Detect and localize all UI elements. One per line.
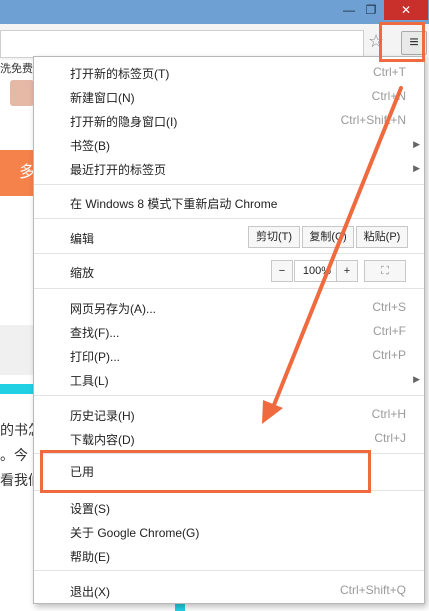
- page-cyan-bar: [0, 384, 35, 394]
- menu-item-settings[interactable]: 设置(S): [70, 500, 110, 517]
- menu-separator: [34, 288, 424, 289]
- page-text-line: 的书怎: [0, 422, 35, 438]
- shortcut-find: Ctrl+F: [373, 324, 406, 338]
- chrome-menu: 打开新的标签页(T) Ctrl+T 新建窗口(N) Ctrl+N 打开新的隐身窗…: [33, 56, 425, 604]
- shortcut-save-page: Ctrl+S: [372, 300, 406, 314]
- menu-item-about[interactable]: 关于 Google Chrome(G): [70, 524, 199, 541]
- menu-item-exit[interactable]: 退出(X): [70, 583, 110, 600]
- restore-button[interactable]: ❐: [360, 0, 382, 20]
- menu-item-bookmarks[interactable]: 书签(B): [70, 137, 110, 154]
- avatar: [10, 80, 34, 106]
- zoom-in-button[interactable]: +: [336, 260, 358, 282]
- menu-item-history[interactable]: 历史记录(H): [70, 407, 135, 424]
- page-cyan-mark: [175, 603, 185, 611]
- paste-button[interactable]: 粘贴(P): [356, 226, 408, 248]
- page-grey-block: [0, 325, 35, 375]
- page-text-line: 。今: [0, 447, 28, 463]
- copy-button[interactable]: 复制(C): [302, 226, 354, 248]
- menu-item-new-tab[interactable]: 打开新的标签页(T): [70, 65, 169, 82]
- shortcut-new-window: Ctrl+N: [371, 89, 406, 103]
- submenu-arrow-icon: ▶: [413, 163, 420, 173]
- shortcut-downloads: Ctrl+J: [374, 431, 406, 445]
- submenu-arrow-icon: ▶: [413, 139, 420, 149]
- menu-item-incognito[interactable]: 打开新的隐身窗口(I): [70, 113, 177, 130]
- page-orange-banner: 多: [0, 150, 35, 196]
- menu-item-print[interactable]: 打印(P)...: [70, 348, 120, 365]
- shortcut-print: Ctrl+P: [372, 348, 406, 362]
- menu-item-help[interactable]: 帮助(E): [70, 548, 110, 565]
- menu-item-relaunch-win8[interactable]: 在 Windows 8 模式下重新启动 Chrome: [70, 195, 277, 212]
- cut-button[interactable]: 剪切(T): [248, 226, 300, 248]
- menu-item-downloads[interactable]: 下载内容(D): [70, 431, 135, 448]
- shortcut-history: Ctrl+H: [371, 407, 406, 421]
- address-bar[interactable]: [0, 30, 364, 58]
- annotation-box-menu-button: [379, 22, 425, 62]
- menu-separator: [34, 395, 424, 396]
- minimize-button[interactable]: —: [338, 0, 360, 20]
- page-text-line: 看我们: [0, 472, 35, 488]
- close-button[interactable]: ✕: [384, 0, 428, 20]
- shortcut-exit: Ctrl+Shift+Q: [339, 583, 406, 597]
- annotation-box-used: [40, 450, 371, 493]
- menu-item-save-page[interactable]: 网页另存为(A)...: [70, 300, 156, 317]
- menu-separator: [34, 184, 424, 185]
- menu-separator: [34, 218, 424, 219]
- menu-item-zoom-label: 缩放: [70, 266, 95, 280]
- fullscreen-button[interactable]: ⛶: [364, 260, 406, 282]
- menu-item-edit-label: 编辑: [70, 232, 95, 246]
- zoom-level: 100%: [294, 260, 340, 282]
- menu-item-new-window[interactable]: 新建窗口(N): [70, 89, 135, 106]
- menu-item-tools[interactable]: 工具(L): [70, 372, 109, 389]
- fullscreen-icon: ⛶: [381, 265, 389, 277]
- submenu-arrow-icon: ▶: [413, 374, 420, 384]
- shortcut-new-tab: Ctrl+T: [373, 65, 406, 79]
- menu-separator: [34, 253, 424, 254]
- shortcut-incognito: Ctrl+Shift+N: [340, 113, 406, 127]
- menu-item-recent-tabs[interactable]: 最近打开的标签页: [70, 161, 166, 178]
- menu-separator: [34, 570, 424, 571]
- zoom-out-button[interactable]: −: [271, 260, 293, 282]
- menu-item-find[interactable]: 查找(F)...: [70, 324, 119, 341]
